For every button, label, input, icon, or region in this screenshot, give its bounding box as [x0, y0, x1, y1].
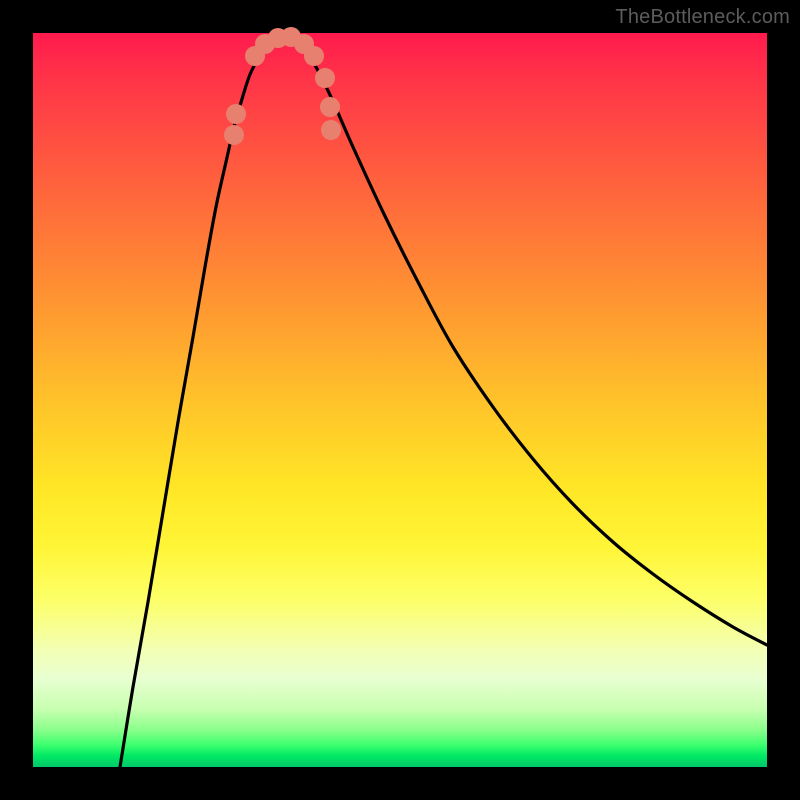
chart-frame: TheBottleneck.com	[0, 0, 800, 800]
marker-point	[224, 125, 244, 145]
highlight-markers	[224, 27, 341, 145]
marker-point	[320, 97, 340, 117]
plot-area	[33, 33, 767, 767]
watermark-text: TheBottleneck.com	[615, 6, 790, 29]
marker-point	[321, 120, 341, 140]
curve-path	[120, 36, 767, 767]
marker-point	[315, 68, 335, 88]
marker-point	[304, 46, 324, 66]
marker-point	[226, 104, 246, 124]
bottleneck-curve	[33, 33, 767, 767]
